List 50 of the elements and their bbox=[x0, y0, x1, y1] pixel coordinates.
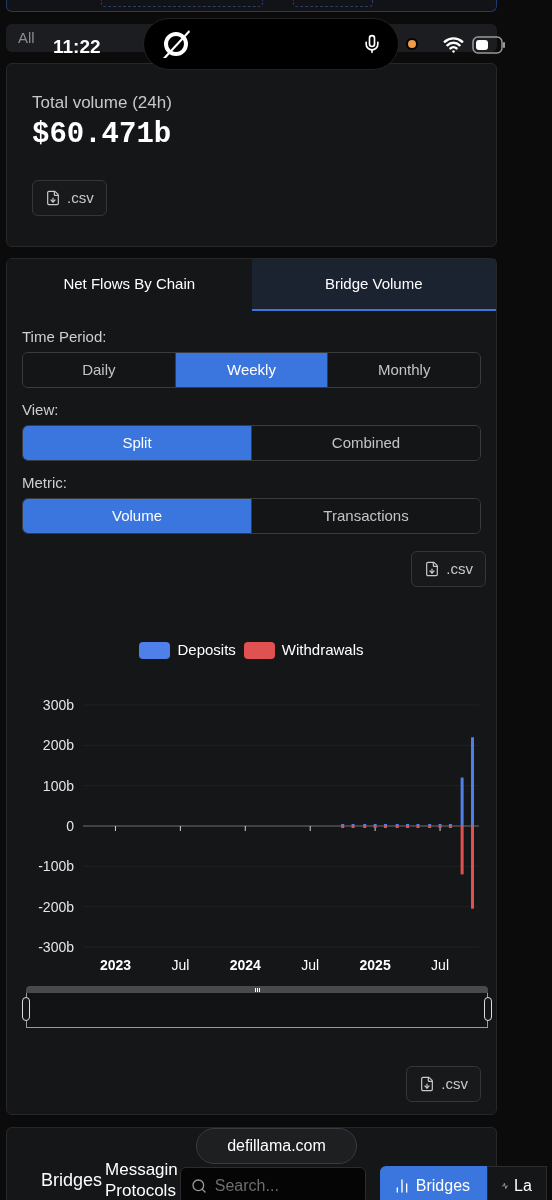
x-axis-label: Jul bbox=[171, 957, 190, 973]
tab[interactable]: Bridge Volume bbox=[251, 259, 496, 311]
nav-tab[interactable]: La bbox=[486, 1166, 547, 1200]
segment-option[interactable]: Monthly bbox=[327, 353, 480, 387]
csv-button[interactable]: .csv bbox=[411, 551, 486, 587]
nav-tab[interactable]: Bridges bbox=[379, 1166, 487, 1200]
y-axis-label: 100b bbox=[42, 777, 74, 794]
file-download-icon bbox=[45, 190, 61, 206]
deposit-bar bbox=[460, 777, 464, 826]
control-label: Time Period: bbox=[22, 327, 108, 347]
wifi-icon bbox=[443, 34, 464, 55]
slider-handle[interactable] bbox=[484, 997, 492, 1021]
x-axis-label: 2025 bbox=[359, 957, 391, 973]
filter-label[interactable]: All bbox=[18, 26, 35, 50]
nav-label[interactable]: Messagin Protocols bbox=[105, 1159, 178, 1200]
page-title: Bridges bbox=[41, 1168, 103, 1192]
legend-label: Deposits bbox=[177, 639, 236, 660]
slider-handle[interactable] bbox=[22, 997, 30, 1021]
summary-label: Total volume (24h) bbox=[32, 92, 172, 114]
y-axis-label: -300b bbox=[38, 939, 74, 955]
control-label: View: bbox=[22, 400, 60, 420]
legend-label: Withdrawals bbox=[281, 639, 364, 660]
segment-option[interactable]: Weekly bbox=[174, 353, 328, 387]
y-axis-label: -100b bbox=[38, 858, 74, 875]
y-axis-label: -200b bbox=[38, 898, 74, 915]
grip-icon bbox=[254, 987, 260, 992]
x-axis-label: Jul bbox=[431, 957, 449, 973]
control-label: Metric: bbox=[22, 473, 68, 493]
segment-option[interactable]: Volume bbox=[23, 499, 251, 533]
csv-button[interactable]: .csv bbox=[32, 180, 107, 216]
x-axis-label: Jul bbox=[301, 957, 320, 973]
segment-option[interactable]: Transactions bbox=[251, 499, 480, 533]
y-axis-label: 300b bbox=[42, 697, 74, 713]
x-axis-label: 2024 bbox=[229, 957, 261, 973]
segment-option[interactable]: Split bbox=[23, 426, 251, 460]
search-field[interactable]: Search... bbox=[179, 1167, 366, 1200]
y-axis-label: 200b bbox=[42, 737, 74, 754]
file-download-icon bbox=[419, 1076, 436, 1092]
microphone-icon bbox=[362, 34, 382, 54]
x-axis-label: 2023 bbox=[99, 957, 132, 973]
y-axis-label: 0 bbox=[66, 818, 74, 834]
file-download-icon bbox=[424, 561, 441, 577]
search-icon bbox=[190, 1178, 207, 1194]
battery-icon bbox=[472, 36, 506, 54]
summary-value: $60.471b bbox=[32, 117, 172, 153]
csv-button[interactable]: .csv bbox=[406, 1066, 481, 1102]
url-pill[interactable]: defillama.com bbox=[196, 1128, 357, 1164]
segment-option[interactable]: Combined bbox=[251, 426, 480, 460]
status-time: 11:22 bbox=[53, 35, 101, 59]
withdrawal-bar bbox=[460, 826, 464, 875]
